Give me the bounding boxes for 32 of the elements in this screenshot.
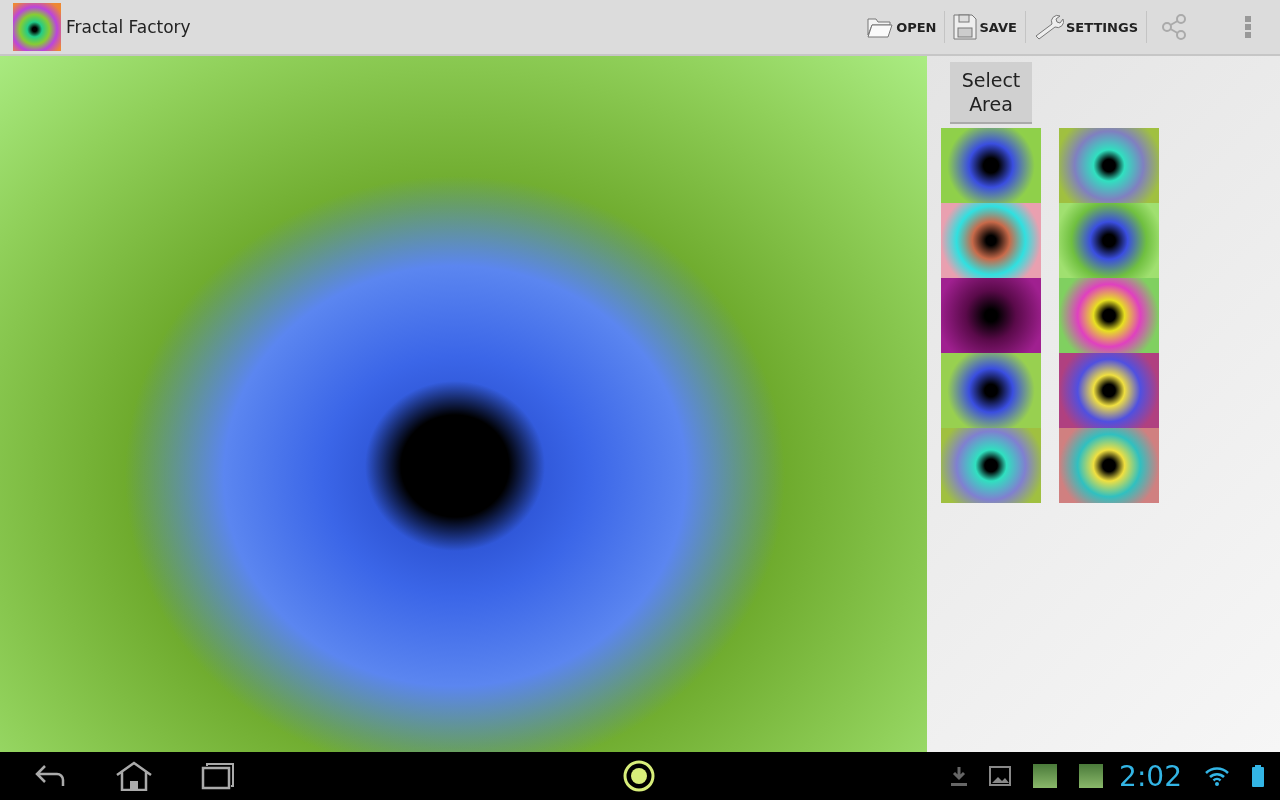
fractal-thumbnail[interactable] [1059,278,1159,353]
app-title: Fractal Factory [66,17,191,37]
fractal-thumbnail[interactable] [1059,353,1159,428]
fractal-image[interactable] [0,56,927,752]
fractal-thumbnail[interactable] [941,353,1041,428]
circle-icon [622,759,656,793]
action-button[interactable]: SETTINGS [1025,7,1146,47]
action-button[interactable]: OPEN [858,7,945,47]
fractal-thumbnail[interactable] [941,278,1041,353]
wifi-icon [1204,766,1230,786]
wrench-icon [1033,14,1064,40]
notification-thumbnail-icon [1079,764,1104,788]
folder-icon [866,15,895,39]
fractal-thumbnail[interactable] [1059,128,1159,203]
home-icon [115,761,153,791]
share-icon [1161,14,1187,40]
download-icon [951,766,968,786]
menu-icon [1245,16,1251,38]
notification-thumbnail-icon [1033,764,1058,788]
fractal-thumbnail[interactable] [941,128,1041,203]
select-area-button[interactable]: Select Area [950,62,1032,124]
recent-apps-icon [201,762,235,790]
app-logo-icon [13,3,61,51]
fractal-thumbnail[interactable] [1059,203,1159,278]
back-arrow-icon [35,764,67,788]
image-icon [989,766,1012,786]
fractal-thumbnail[interactable] [941,428,1041,503]
action-button[interactable]: SAVE [945,7,1025,47]
fractal-thumbnail[interactable] [941,203,1041,278]
battery-icon [1252,765,1264,787]
fractal-thumbnail[interactable] [1059,428,1159,503]
clock: 2:02 [1119,759,1182,793]
